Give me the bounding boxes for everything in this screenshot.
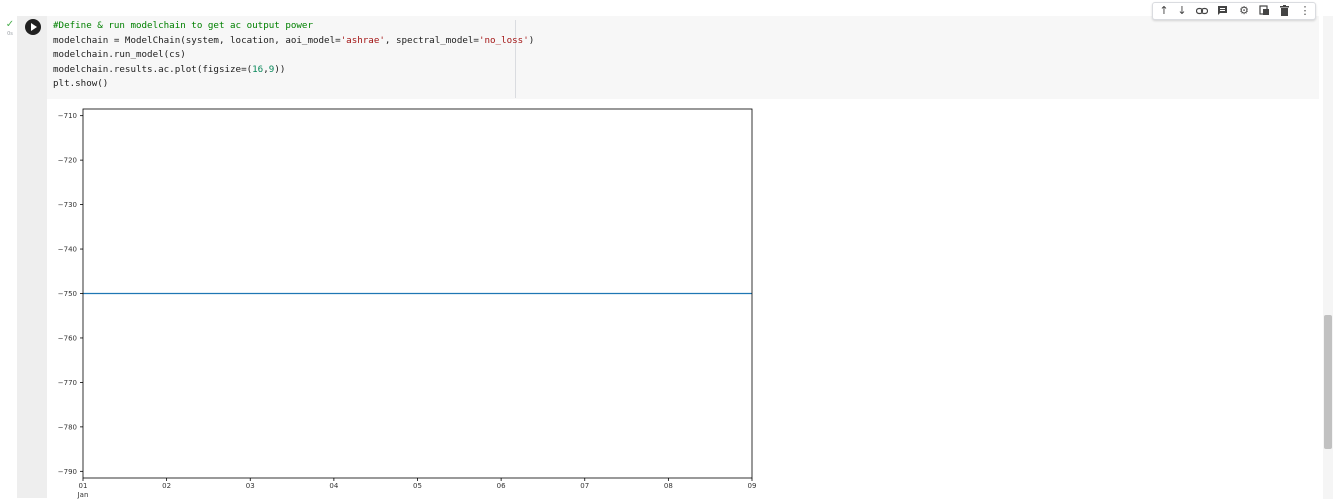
y-tick-label: −760 (58, 334, 77, 342)
x-sublabel: Jan (77, 491, 89, 499)
y-tick-label: −790 (58, 468, 77, 476)
x-tick-label: 04 (329, 482, 338, 490)
y-tick-label: −770 (58, 379, 77, 387)
ac-power-plot: −710 −720 −730 −740 −750 −760 −770 −780 −79001 02… (58, 108, 757, 499)
y-tick-label: −750 (58, 290, 77, 298)
x-tick-label: 09 (748, 482, 757, 490)
y-tick-label: −730 (58, 201, 77, 209)
y-tick-label: −710 (58, 112, 77, 120)
x-tick-label: 02 (162, 482, 171, 490)
x-tick-label: 06 (497, 482, 506, 490)
x-tick-label: 01 (79, 482, 88, 490)
y-tick-label: −720 (58, 157, 77, 165)
x-tick-label: 07 (580, 482, 589, 490)
x-tick-label: 05 (413, 482, 422, 490)
x-tick-label: 08 (664, 482, 673, 490)
y-tick-label: −740 (58, 246, 77, 254)
x-tick-label: 03 (246, 482, 255, 490)
y-tick-label: −780 (58, 423, 77, 431)
scrollbar-thumb[interactable] (1324, 315, 1332, 449)
